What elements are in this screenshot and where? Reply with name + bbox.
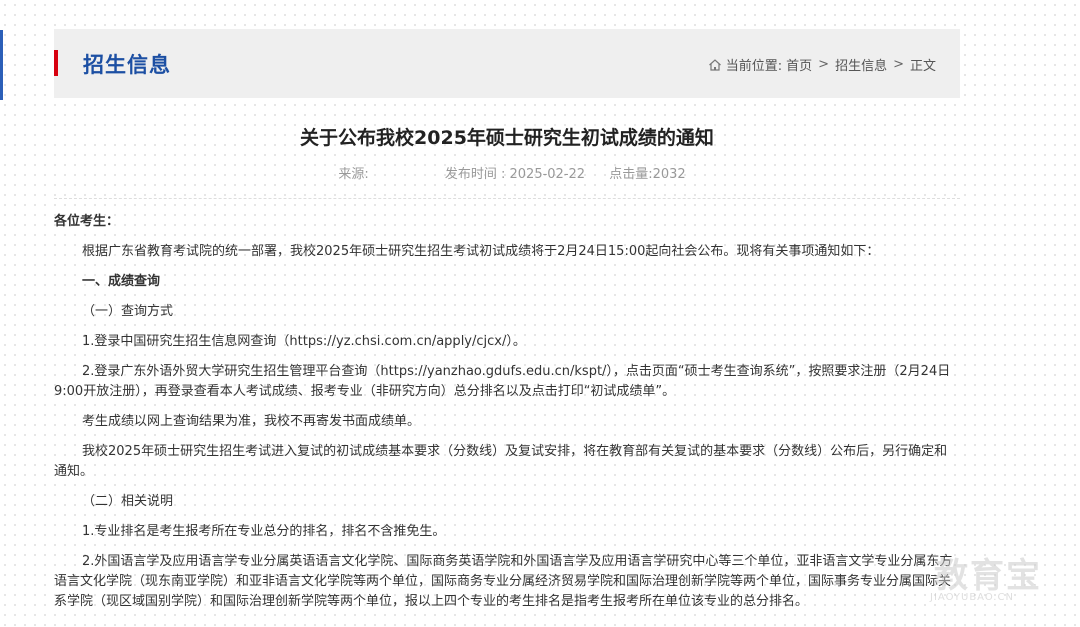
greeting: 各位考生：: [54, 214, 120, 229]
breadcrumb-home-link[interactable]: 首页: [786, 55, 812, 74]
article-content: 各位考生： 根据广东省教育考试院的统一部署，我校2025年硕士研究生招生考试初试…: [54, 212, 960, 622]
watermark-brand: 教育宝: [934, 556, 1042, 596]
breadcrumb-separator: >: [818, 57, 830, 72]
page: 招生信息 当前位置: 首页 > 招生信息 > 正文 关于公布我校2025年硕士研…: [0, 0, 1080, 627]
paragraph-retest-requirement: 我校2025年硕士研究生招生考试进入复试的初试成绩基本要求（分数线）及复试安排，…: [54, 444, 948, 479]
breadcrumb-separator: >: [893, 57, 904, 72]
meta-divider: [54, 198, 960, 199]
paragraph-note-ranking: 1.专业排名是考生报考所在专业总分的排名，排名不含推免生。: [82, 524, 446, 539]
breadcrumb-category-link[interactable]: 招生信息: [835, 55, 887, 74]
article-source: 来源:: [338, 167, 369, 182]
article-publish-time: 发布时间 : 2025-02-22: [444, 167, 586, 182]
paragraph-online-result: 考生成绩以网上查询结果为准，我校不再寄发书面成绩单。: [82, 414, 421, 429]
breadcrumb: 当前位置: 首页 > 招生信息 > 正文: [708, 55, 936, 74]
breadcrumb-current: 正文: [909, 59, 936, 74]
breadcrumb-prefix: 当前位置:: [725, 59, 783, 74]
watermark-logo: 教育宝 JIAOYUBAO.CN: [924, 548, 1074, 608]
article-meta: 来源: 发布时间 : 2025-02-22 点击量:2032: [54, 163, 960, 182]
paragraph-note-majors: 2.外国语言学及应用语言学专业分属英语语言文化学院、国际商务英语学院和外国语言学…: [54, 554, 953, 609]
article-views: 点击量:2032: [609, 167, 686, 182]
section-header: 招生信息 当前位置: 首页 > 招生信息 > 正文: [54, 29, 960, 98]
home-icon: [708, 58, 721, 71]
watermark-domain: JIAOYUBAO.CN: [930, 592, 1014, 603]
section-title: 招生信息: [83, 53, 171, 77]
article-title: 关于公布我校2025年硕士研究生初试成绩的通知: [300, 127, 714, 149]
subheading-notes: （二）相关说明: [82, 494, 174, 509]
paragraph-query-chsi: 1.登录中国研究生招生信息网查询（https://yz.chsi.com.cn/…: [82, 334, 526, 349]
paragraph-intro: 根据广东省教育考试院的统一部署，我校2025年硕士研究生招生考试初试成绩将于2月…: [82, 244, 880, 259]
left-accent-bar: [0, 30, 3, 100]
section-header-mark: [54, 50, 58, 76]
heading-score-query: 一、成绩查询: [82, 274, 161, 289]
subheading-query-method: （一）查询方式: [82, 304, 174, 319]
paragraph-query-gdufs: 2.登录广东外语外贸大学研究生招生管理平台查询（https://yanzhao.…: [54, 364, 951, 399]
